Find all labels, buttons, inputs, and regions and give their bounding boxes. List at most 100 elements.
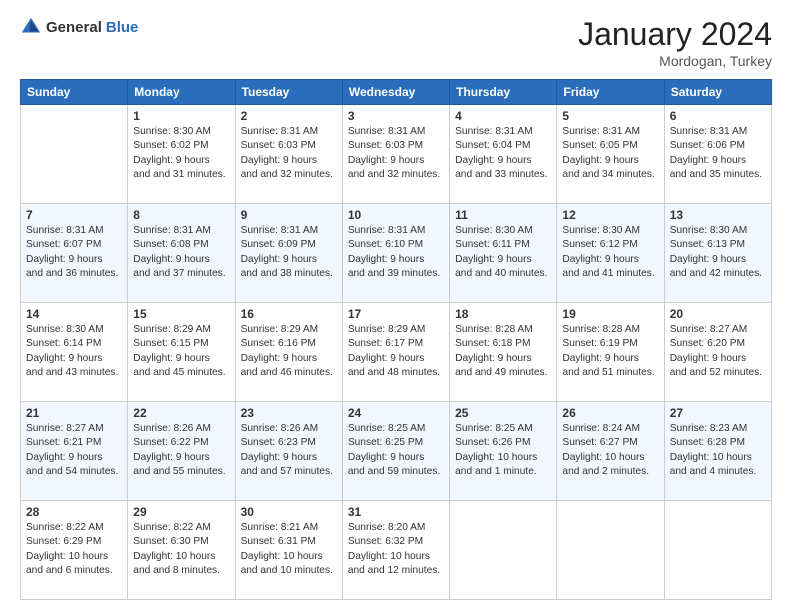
- day-of-week-header: Tuesday: [235, 80, 342, 105]
- daylight-minutes-text: and and 57 minutes.: [241, 465, 337, 479]
- month-year-title: January 2024: [578, 16, 772, 53]
- daylight-minutes-text: and and 8 minutes.: [133, 564, 229, 578]
- daylight-text: Daylight: 9 hours: [133, 154, 229, 168]
- calendar-cell: 24Sunrise: 8:25 AMSunset: 6:25 PMDayligh…: [342, 402, 449, 501]
- calendar-cell: 21Sunrise: 8:27 AMSunset: 6:21 PMDayligh…: [21, 402, 128, 501]
- sunrise-text: Sunrise: 8:26 AM: [241, 422, 337, 436]
- daylight-minutes-text: and and 34 minutes.: [562, 168, 658, 182]
- sunset-text: Sunset: 6:03 PM: [241, 139, 337, 153]
- title-block: January 2024 Mordogan, Turkey: [578, 16, 772, 69]
- sunrise-text: Sunrise: 8:29 AM: [348, 323, 444, 337]
- calendar-cell: 20Sunrise: 8:27 AMSunset: 6:20 PMDayligh…: [664, 303, 771, 402]
- sunset-text: Sunset: 6:07 PM: [26, 238, 122, 252]
- sunrise-text: Sunrise: 8:31 AM: [670, 125, 766, 139]
- calendar-cell: 12Sunrise: 8:30 AMSunset: 6:12 PMDayligh…: [557, 204, 664, 303]
- daylight-text: Daylight: 9 hours: [562, 253, 658, 267]
- day-number: 22: [133, 406, 229, 420]
- daylight-minutes-text: and and 54 minutes.: [26, 465, 122, 479]
- daylight-minutes-text: and and 46 minutes.: [241, 366, 337, 380]
- daylight-minutes-text: and and 42 minutes.: [670, 267, 766, 281]
- day-number: 18: [455, 307, 551, 321]
- sunrise-text: Sunrise: 8:31 AM: [241, 224, 337, 238]
- daylight-text: Daylight: 9 hours: [455, 352, 551, 366]
- sunset-text: Sunset: 6:29 PM: [26, 535, 122, 549]
- day-number: 25: [455, 406, 551, 420]
- sunset-text: Sunset: 6:21 PM: [26, 436, 122, 450]
- day-number: 4: [455, 109, 551, 123]
- daylight-text: Daylight: 9 hours: [562, 352, 658, 366]
- sunset-text: Sunset: 6:15 PM: [133, 337, 229, 351]
- sunrise-text: Sunrise: 8:26 AM: [133, 422, 229, 436]
- daylight-minutes-text: and and 6 minutes.: [26, 564, 122, 578]
- day-number: 10: [348, 208, 444, 222]
- sunrise-text: Sunrise: 8:27 AM: [670, 323, 766, 337]
- daylight-minutes-text: and and 31 minutes.: [133, 168, 229, 182]
- day-number: 12: [562, 208, 658, 222]
- day-number: 17: [348, 307, 444, 321]
- daylight-text: Daylight: 9 hours: [26, 253, 122, 267]
- day-number: 16: [241, 307, 337, 321]
- daylight-text: Daylight: 10 hours: [562, 451, 658, 465]
- calendar-cell: [450, 501, 557, 600]
- calendar-cell: 17Sunrise: 8:29 AMSunset: 6:17 PMDayligh…: [342, 303, 449, 402]
- location-subtitle: Mordogan, Turkey: [578, 53, 772, 69]
- day-number: 3: [348, 109, 444, 123]
- calendar-cell: 13Sunrise: 8:30 AMSunset: 6:13 PMDayligh…: [664, 204, 771, 303]
- day-number: 7: [26, 208, 122, 222]
- day-of-week-header: Thursday: [450, 80, 557, 105]
- calendar-cell: 27Sunrise: 8:23 AMSunset: 6:28 PMDayligh…: [664, 402, 771, 501]
- daylight-minutes-text: and and 12 minutes.: [348, 564, 444, 578]
- daylight-minutes-text: and and 36 minutes.: [26, 267, 122, 281]
- sunrise-text: Sunrise: 8:30 AM: [670, 224, 766, 238]
- sunset-text: Sunset: 6:22 PM: [133, 436, 229, 450]
- sunset-text: Sunset: 6:08 PM: [133, 238, 229, 252]
- daylight-minutes-text: and and 51 minutes.: [562, 366, 658, 380]
- day-number: 30: [241, 505, 337, 519]
- daylight-text: Daylight: 9 hours: [670, 352, 766, 366]
- sunset-text: Sunset: 6:27 PM: [562, 436, 658, 450]
- sunset-text: Sunset: 6:04 PM: [455, 139, 551, 153]
- daylight-text: Daylight: 9 hours: [241, 352, 337, 366]
- day-number: 13: [670, 208, 766, 222]
- daylight-minutes-text: and and 32 minutes.: [348, 168, 444, 182]
- daylight-minutes-text: and and 48 minutes.: [348, 366, 444, 380]
- calendar-cell: 8Sunrise: 8:31 AMSunset: 6:08 PMDaylight…: [128, 204, 235, 303]
- sunrise-text: Sunrise: 8:28 AM: [455, 323, 551, 337]
- day-number: 23: [241, 406, 337, 420]
- calendar-cell: 7 Sunrise: 8:31 AMSunset: 6:07 PMDaylight…: [21, 204, 128, 303]
- day-number: 20: [670, 307, 766, 321]
- daylight-minutes-text: and and 32 minutes.: [241, 168, 337, 182]
- sunset-text: Sunset: 6:09 PM: [241, 238, 337, 252]
- calendar-cell: 18Sunrise: 8:28 AMSunset: 6:18 PMDayligh…: [450, 303, 557, 402]
- calendar-week-row: 21Sunrise: 8:27 AMSunset: 6:21 PMDayligh…: [21, 402, 772, 501]
- sunrise-text: Sunrise: 8:27 AM: [26, 422, 122, 436]
- daylight-minutes-text: and and 2 minutes.: [562, 465, 658, 479]
- calendar-cell: 4Sunrise: 8:31 AMSunset: 6:04 PMDaylight…: [450, 105, 557, 204]
- sunrise-text: Sunrise: 8:23 AM: [670, 422, 766, 436]
- sunrise-text: Sunrise: 8:20 AM: [348, 521, 444, 535]
- daylight-text: Daylight: 9 hours: [241, 451, 337, 465]
- calendar-cell: 28Sunrise: 8:22 AMSunset: 6:29 PMDayligh…: [21, 501, 128, 600]
- daylight-minutes-text: and and 41 minutes.: [562, 267, 658, 281]
- sunset-text: Sunset: 6:10 PM: [348, 238, 444, 252]
- logo-icon: [20, 16, 42, 38]
- daylight-minutes-text: and and 35 minutes.: [670, 168, 766, 182]
- sunset-text: Sunset: 6:16 PM: [241, 337, 337, 351]
- daylight-minutes-text: and and 43 minutes.: [26, 366, 122, 380]
- logo: GeneralBlue: [20, 16, 138, 38]
- sunrise-text: Sunrise: 8:30 AM: [455, 224, 551, 238]
- sunrise-text: Sunrise: 8:31 AM: [26, 224, 122, 238]
- sunset-text: Sunset: 6:25 PM: [348, 436, 444, 450]
- daylight-text: Daylight: 9 hours: [348, 253, 444, 267]
- calendar-cell: 5Sunrise: 8:31 AMSunset: 6:05 PMDaylight…: [557, 105, 664, 204]
- day-number: 6: [670, 109, 766, 123]
- calendar-cell: 11Sunrise: 8:30 AMSunset: 6:11 PMDayligh…: [450, 204, 557, 303]
- sunrise-text: Sunrise: 8:30 AM: [133, 125, 229, 139]
- calendar-cell: 26Sunrise: 8:24 AMSunset: 6:27 PMDayligh…: [557, 402, 664, 501]
- calendar-cell: 3Sunrise: 8:31 AMSunset: 6:03 PMDaylight…: [342, 105, 449, 204]
- calendar-week-row: 1Sunrise: 8:30 AMSunset: 6:02 PMDaylight…: [21, 105, 772, 204]
- daylight-minutes-text: and and 40 minutes.: [455, 267, 551, 281]
- sunrise-text: Sunrise: 8:29 AM: [241, 323, 337, 337]
- daylight-text: Daylight: 9 hours: [133, 451, 229, 465]
- daylight-minutes-text: and and 10 minutes.: [241, 564, 337, 578]
